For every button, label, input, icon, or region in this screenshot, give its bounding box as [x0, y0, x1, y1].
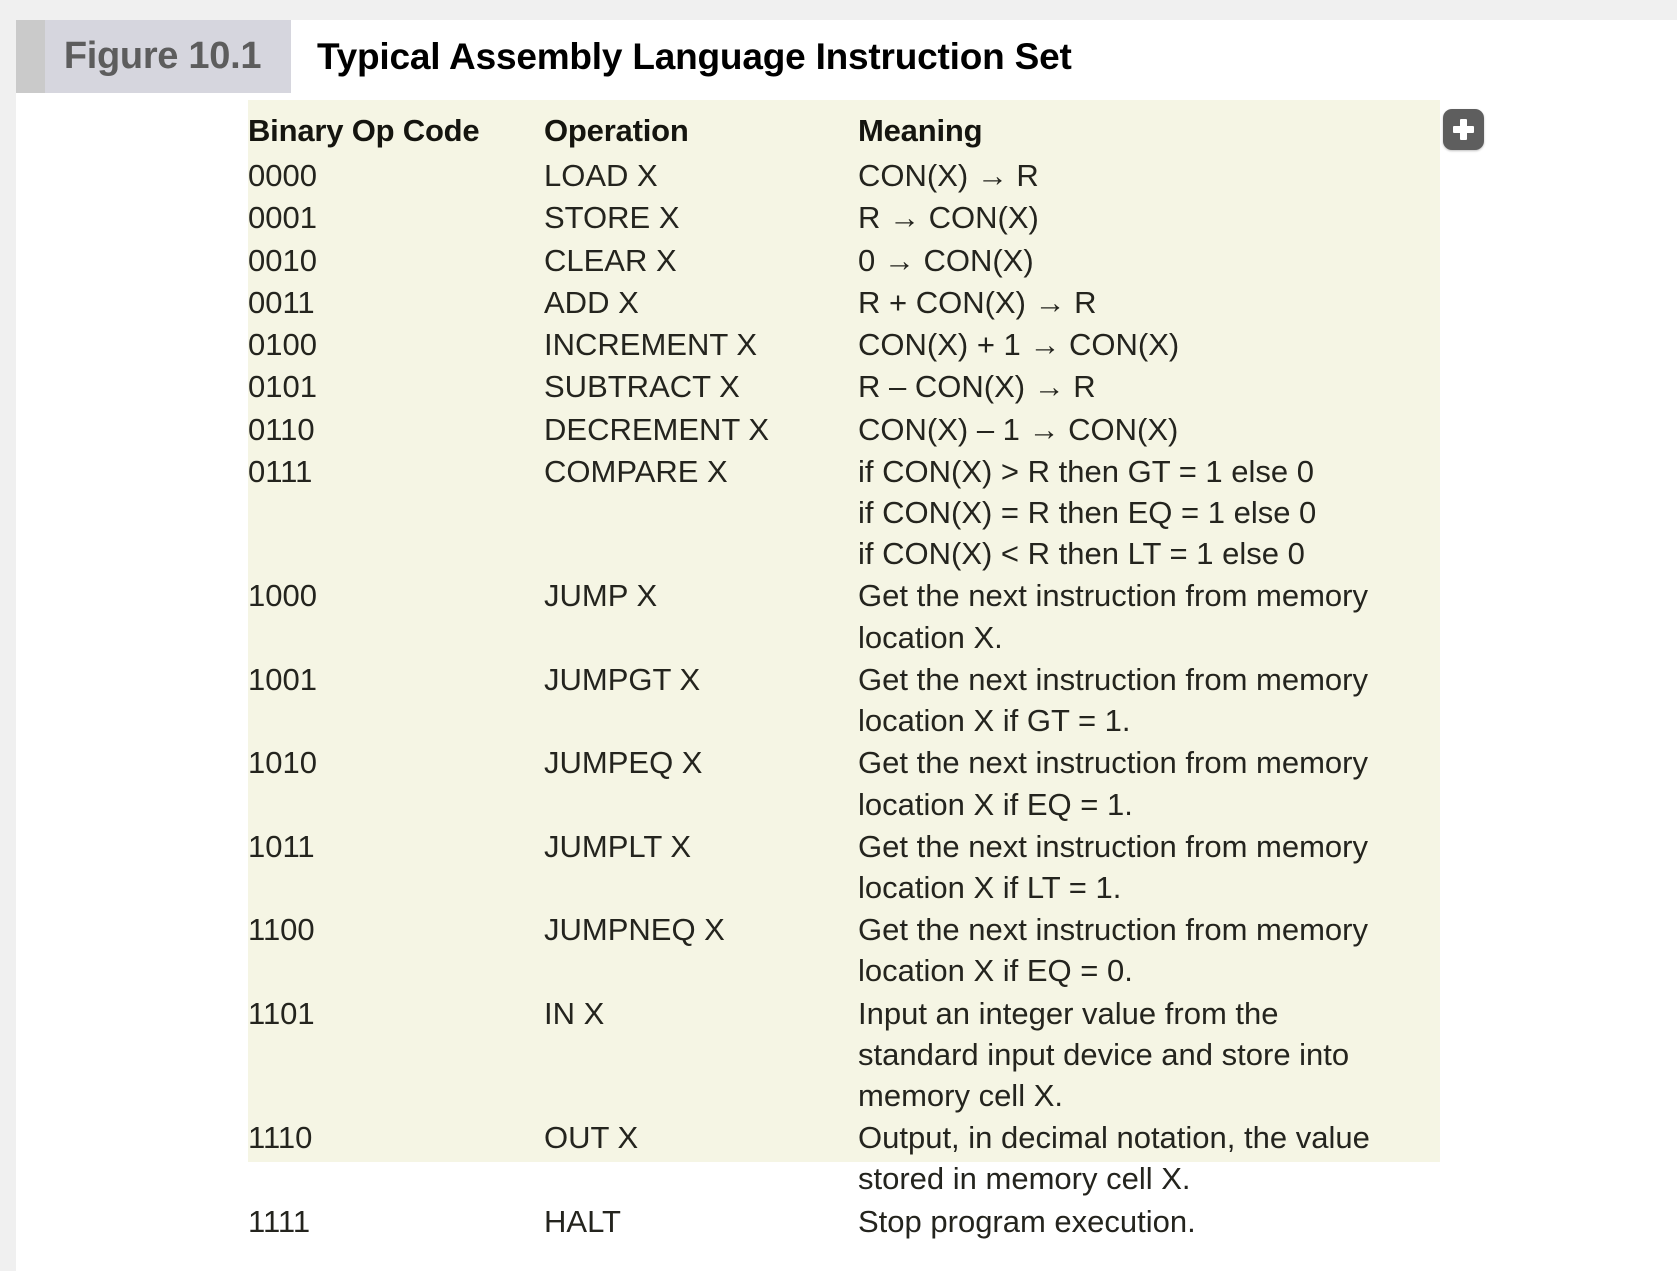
- table-header: Binary Op Code Operation Meaning: [248, 100, 1440, 155]
- cell-binary-op-code: 1101: [248, 995, 315, 1031]
- column-header-meaning: Meaning: [858, 113, 983, 148]
- table-row: 0011 ADD X R + CON(X) → R: [248, 282, 1440, 324]
- cell-binary-op-code: 1001: [248, 661, 317, 697]
- meaning-line: memory cell X.: [858, 1078, 1063, 1114]
- cell-meaning: Stop program execution.: [858, 1203, 1196, 1239]
- table-row: 0001 STORE X R → CON(X): [248, 197, 1440, 239]
- table-row: 1001 JUMPGT X Get the next instruction fro…: [248, 659, 1440, 742]
- meaning-line: Input an integer value from the: [858, 995, 1279, 1031]
- table-row: 0010 CLEAR X 0 → CON(X): [248, 240, 1440, 282]
- cell-meaning: CON(X) + 1 → CON(X): [858, 327, 1180, 363]
- table-row: 1000 JUMP X Get the next instruction from …: [248, 575, 1440, 658]
- table-row: 1110 OUT X Output, in decimal notation, th…: [248, 1117, 1440, 1200]
- cell-operation: COMPARE X: [544, 453, 728, 489]
- figure-title-container: Typical Assembly Language Instruction Se…: [291, 20, 1677, 93]
- cell-meaning: Input an integer value from the standard …: [858, 993, 1440, 1118]
- meaning-line: location X if GT = 1.: [858, 703, 1131, 739]
- cell-binary-op-code: 1111: [248, 1203, 311, 1239]
- table-row: 1101 IN X Input an integer value from the s…: [248, 993, 1440, 1118]
- add-icon-button[interactable]: [1443, 109, 1484, 150]
- meaning-line: if CON(X) < R then LT = 1 else 0: [858, 536, 1305, 572]
- table-row: 1011 JUMPLT X Get the next instruction fro…: [248, 826, 1440, 909]
- cell-meaning: R → CON(X): [858, 200, 1039, 236]
- table-row: 1010 JUMPEQ X Get the next instruction fro…: [248, 742, 1440, 825]
- cell-meaning: CON(X) → R: [858, 158, 1039, 194]
- cell-operation: STORE X: [544, 200, 680, 236]
- cell-binary-op-code: 1011: [248, 828, 315, 864]
- cell-meaning: R – CON(X) → R: [858, 369, 1096, 405]
- cell-operation: IN X: [544, 995, 605, 1031]
- cell-meaning: if CON(X) > R then GT = 1 else 0 if CON(X…: [858, 451, 1440, 576]
- cell-meaning: Output, in decimal notation, the value st…: [858, 1117, 1440, 1200]
- meaning-line: standard input device and store into: [858, 1036, 1350, 1072]
- cell-operation: ADD X: [544, 284, 639, 320]
- column-header-binary-op-code: Binary Op Code: [248, 113, 480, 148]
- cell-operation: INCREMENT X: [544, 327, 758, 363]
- meaning-line: Output, in decimal notation, the value: [858, 1120, 1370, 1156]
- instruction-set-figure-panel: Binary Op Code Operation Meaning 0000 LOA…: [248, 100, 1440, 1239]
- cell-operation: JUMPEQ X: [544, 745, 703, 781]
- cell-binary-op-code: 0011: [248, 284, 315, 320]
- table-row: 0111 COMPARE X if CON(X) > R then GT = 1 e…: [248, 451, 1440, 576]
- meaning-line: location X if LT = 1.: [858, 869, 1122, 905]
- cell-operation: JUMPGT X: [544, 661, 701, 697]
- cell-meaning: R + CON(X) → R: [858, 284, 1097, 320]
- meaning-line: if CON(X) > R then GT = 1 else 0: [858, 453, 1314, 489]
- column-header-operation: Operation: [544, 113, 689, 148]
- figure-header: Figure 10.1 Typical Assembly Language In…: [16, 20, 1677, 93]
- table-row: 0100 INCREMENT X CON(X) + 1 → CON(X): [248, 324, 1440, 366]
- cell-meaning: Get the next instruction from memory loca…: [858, 909, 1440, 992]
- table-body: 0000 LOAD X CON(X) → R 0001 STORE X R → CON(X…: [248, 155, 1440, 1243]
- cell-operation: LOAD X: [544, 158, 658, 194]
- cell-operation: OUT X: [544, 1120, 639, 1156]
- instruction-set-table: Binary Op Code Operation Meaning 0000 LOA…: [248, 100, 1440, 1243]
- meaning-line: if CON(X) = R then EQ = 1 else 0: [858, 494, 1317, 530]
- table-header-row: Binary Op Code Operation Meaning: [248, 100, 1440, 155]
- meaning-line: Get the next instruction from memory: [858, 661, 1368, 697]
- meaning-line: Get the next instruction from memory: [858, 578, 1368, 614]
- cell-meaning: 0 → CON(X): [858, 242, 1034, 278]
- meaning-line: stored in memory cell X.: [858, 1161, 1191, 1197]
- cell-binary-op-code: 1000: [248, 578, 317, 614]
- meaning-line: location X.: [858, 619, 1003, 655]
- cell-operation: CLEAR X: [544, 242, 677, 278]
- cell-binary-op-code: 1100: [248, 912, 315, 948]
- meaning-line: Get the next instruction from memory: [858, 828, 1368, 864]
- figure-number-label: Figure 10.1: [63, 35, 262, 77]
- plus-icon: [1453, 119, 1474, 140]
- cell-meaning: Get the next instruction from memory loca…: [858, 742, 1440, 825]
- cell-operation: SUBTRACT X: [544, 369, 740, 405]
- cell-binary-op-code: 0101: [248, 369, 317, 405]
- table-row: 1111 HALT Stop program execution.: [248, 1201, 1440, 1243]
- cell-binary-op-code: 1010: [248, 745, 317, 781]
- page-left-strip: [0, 20, 16, 1271]
- cell-operation: JUMPNEQ X: [544, 912, 725, 948]
- meaning-line: location X if EQ = 0.: [858, 953, 1133, 989]
- page-top-strip: [0, 0, 1677, 20]
- cell-operation: DECREMENT X: [544, 411, 770, 447]
- meaning-line: Get the next instruction from memory: [858, 745, 1368, 781]
- cell-operation: JUMP X: [544, 578, 658, 614]
- cell-operation: HALT: [544, 1203, 621, 1239]
- meaning-line: location X if EQ = 1.: [858, 786, 1133, 822]
- cell-operation: JUMPLT X: [544, 828, 691, 864]
- cell-binary-op-code: 1110: [248, 1120, 313, 1156]
- cell-binary-op-code: 0010: [248, 242, 317, 278]
- figure-title: Typical Assembly Language Instruction Se…: [317, 35, 1072, 77]
- cell-binary-op-code: 0000: [248, 158, 317, 194]
- cell-meaning: Get the next instruction from memory loca…: [858, 659, 1440, 742]
- cell-binary-op-code: 0100: [248, 327, 317, 363]
- cell-meaning: Get the next instruction from memory loca…: [858, 575, 1440, 658]
- cell-binary-op-code: 0110: [248, 411, 315, 447]
- figure-number-badge: Figure 10.1: [16, 20, 291, 93]
- cell-meaning: Get the next instruction from memory loca…: [858, 826, 1440, 909]
- table-row: 0000 LOAD X CON(X) → R: [248, 155, 1440, 197]
- table-row: 1100 JUMPNEQ X Get the next instruction fr…: [248, 909, 1440, 992]
- cell-binary-op-code: 0001: [248, 200, 317, 236]
- table-row: 0101 SUBTRACT X R – CON(X) → R: [248, 366, 1440, 408]
- cell-meaning: CON(X) – 1 → CON(X): [858, 411, 1179, 447]
- cell-binary-op-code: 0111: [248, 453, 313, 489]
- meaning-line: Get the next instruction from memory: [858, 912, 1368, 948]
- table-row: 0110 DECREMENT X CON(X) – 1 → CON(X): [248, 409, 1440, 451]
